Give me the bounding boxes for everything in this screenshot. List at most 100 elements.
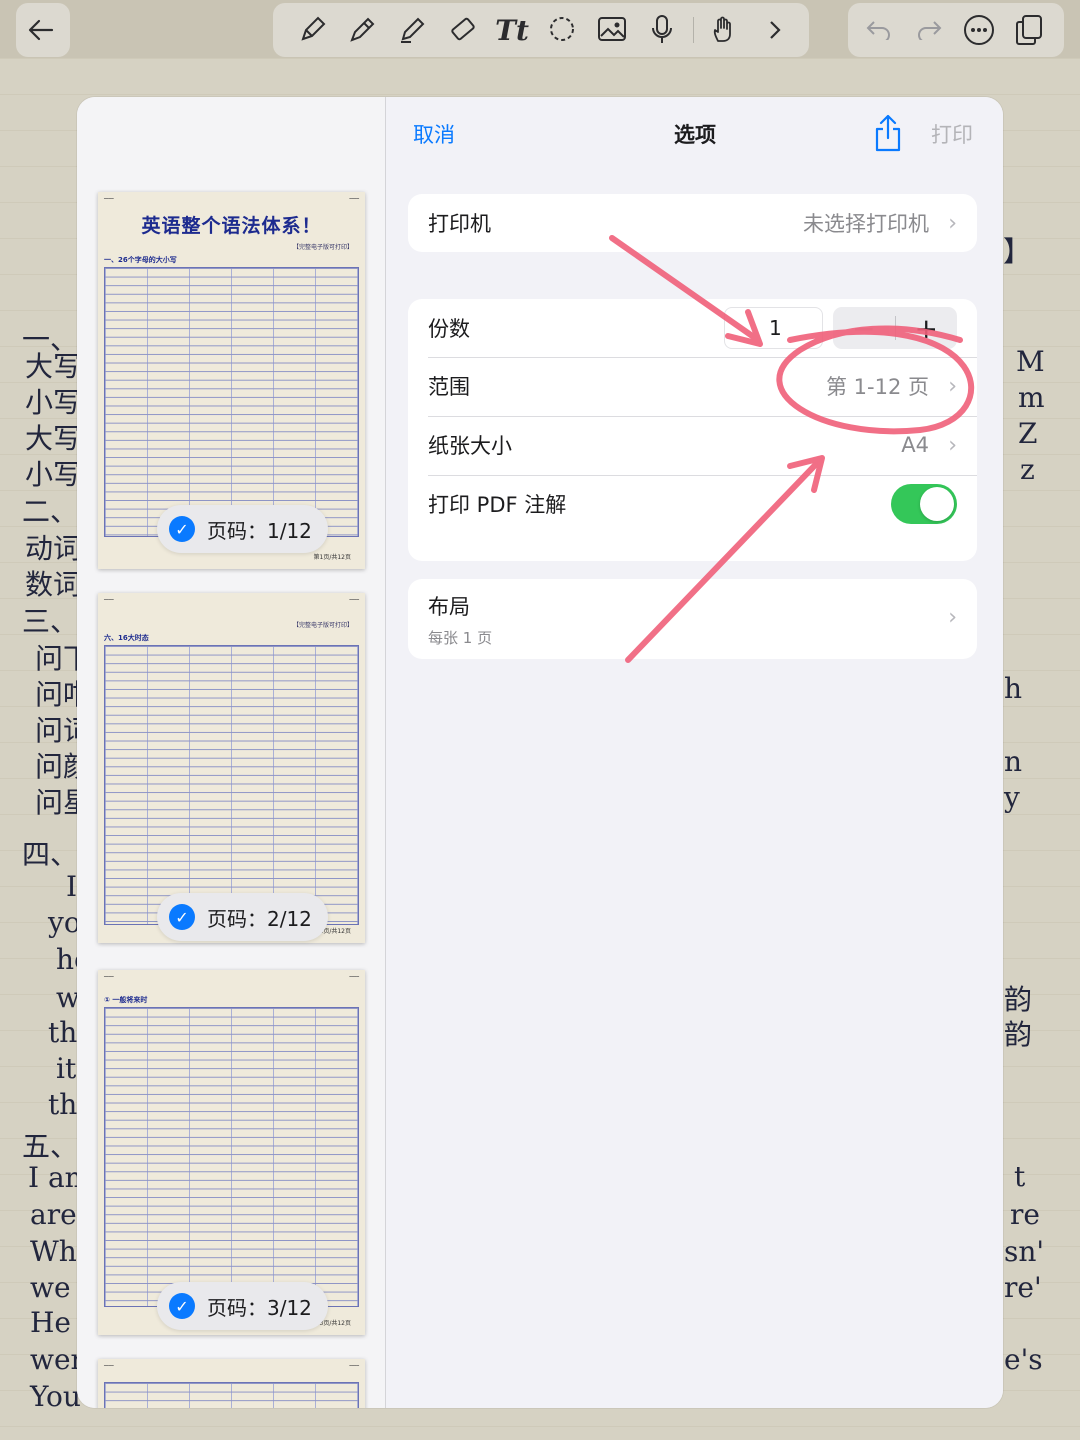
thumbnail-section: ① 一般将来时 — [104, 996, 148, 1004]
notebook-text: 韵 — [1004, 983, 1033, 1016]
pencil-icon[interactable] — [337, 3, 387, 57]
annotations-toggle[interactable] — [891, 484, 957, 524]
notebook-text: th — [48, 1016, 78, 1049]
print-button[interactable]: 打印 — [931, 119, 973, 149]
notebook-text: He — [30, 1306, 71, 1339]
thumbnail-footer: 第1页/共12页 — [313, 554, 351, 561]
notebook-text: h — [1004, 672, 1023, 705]
page-thumbnail-3[interactable]: ━━━━ ━━━━ ① 一般将来时 第3页/共12页 — [98, 970, 365, 1335]
paper-size-value: A4 — [901, 433, 929, 457]
notebook-text: M — [1016, 345, 1045, 378]
copies-stepper: − + — [833, 307, 957, 349]
layout-subtitle: 每张 1 页 — [428, 628, 493, 647]
copies-row: 份数 1 − + — [408, 299, 977, 357]
hand-draw-icon[interactable] — [700, 3, 750, 57]
notebook-text: t — [1014, 1160, 1026, 1193]
notebook-text: 小写 — [25, 386, 82, 419]
layout-group: 布局 每张 1 页 › — [408, 579, 977, 659]
notebook-text: m — [1018, 381, 1045, 414]
paper-size-row[interactable]: 纸张大小 A4 › — [408, 416, 977, 474]
plus-button[interactable]: + — [895, 307, 957, 349]
chevron-right-icon: › — [948, 210, 957, 236]
thumbnail-subtitle: 【完整电子版可打印】 — [292, 622, 353, 629]
top-toolbar: Tt — [0, 0, 1080, 58]
notebook-text: wer — [30, 1343, 84, 1376]
thumbnail-table — [104, 645, 359, 925]
highlighter-icon[interactable] — [387, 3, 437, 57]
chevron-right-icon: › — [948, 432, 957, 458]
page-badge-2[interactable]: ✓ 页码：2/12 — [157, 893, 328, 941]
copies-field[interactable]: 1 — [724, 307, 823, 349]
page-thumbnail-4[interactable]: ━━━━ ━━━━ — [98, 1359, 365, 1408]
page-badge-label: 页码：2/12 — [207, 906, 312, 931]
notebook-text: e's — [1004, 1343, 1043, 1376]
notebook-text: 三、 — [22, 605, 79, 638]
toolbar-divider — [693, 17, 694, 43]
print-options-pane: 取消 选项 打印 打印机 未选择打印机 › 份数 1 − + 范围 第 1-12… — [387, 97, 1003, 1408]
thumbnail-table — [104, 267, 359, 537]
printer-label: 打印机 — [428, 212, 491, 236]
options-nav-bar: 取消 选项 打印 — [387, 97, 1003, 173]
lasso-icon[interactable] — [537, 3, 587, 57]
page-badge-label: 页码：3/12 — [207, 1295, 312, 1320]
notebook-text: 大写 — [25, 422, 82, 455]
notebook-text: Z — [1018, 417, 1038, 450]
share-icon[interactable] — [873, 113, 903, 153]
image-icon[interactable] — [587, 3, 637, 57]
text-tool-icon[interactable]: Tt — [487, 3, 537, 57]
copies-label: 份数 — [428, 317, 470, 341]
range-value: 第 1-12 页 — [825, 375, 929, 399]
notebook-text: 】 — [1003, 235, 1032, 268]
notebook-text: I — [66, 870, 78, 903]
annotations-label: 打印 PDF 注解 — [428, 493, 567, 517]
range-label: 范围 — [428, 375, 470, 399]
notebook-text: You — [30, 1380, 81, 1413]
notebook-text: Wh — [30, 1235, 77, 1268]
notebook-text: 小写 — [25, 458, 82, 491]
thumbnail-section: 六、16大时态 — [104, 634, 149, 642]
notebook-text: y — [1004, 781, 1020, 814]
print-preview-pane: ━━━━ ━━━━ 英语整个语法体系！ 【完整电子版可打印】 一、26个字母的大小… — [77, 97, 386, 1408]
notebook-text: sn' — [1004, 1235, 1045, 1268]
printer-row[interactable]: 打印机 未选择打印机 › — [408, 194, 977, 252]
more-icon[interactable] — [954, 3, 1004, 57]
thumbnail-section: 一、26个字母的大小写 — [104, 256, 177, 264]
thumbnail-header: ━━━━ ━━━━ — [104, 974, 359, 979]
notebook-text: 数词 — [25, 568, 82, 601]
print-options-sheet: ━━━━ ━━━━ 英语整个语法体系！ 【完整电子版可打印】 一、26个字母的大小… — [77, 97, 1003, 1408]
back-button-group — [16, 3, 70, 57]
thumbnail-header: ━━━━ ━━━━ — [104, 196, 359, 201]
page-thumbnail-2[interactable]: ━━━━ ━━━━ 【完整电子版可打印】 六、16大时态 第2页/共12页 — [98, 593, 365, 943]
redo-icon[interactable] — [904, 3, 954, 57]
thumbnail-header: ━━━━ ━━━━ — [104, 597, 359, 602]
notebook-text: 四、 — [22, 838, 79, 871]
checkmark-icon: ✓ — [169, 904, 195, 930]
toggle-knob — [920, 487, 954, 521]
eraser-icon[interactable] — [437, 3, 487, 57]
page-badge-3[interactable]: ✓ 页码：3/12 — [157, 1282, 328, 1330]
chevron-right-icon: › — [948, 373, 957, 399]
microphone-icon[interactable] — [637, 3, 687, 57]
layout-row[interactable]: 布局 每张 1 页 › — [408, 579, 977, 659]
notebook-text: th — [48, 1088, 78, 1121]
notebook-text: re — [1010, 1198, 1040, 1231]
back-arrow-icon[interactable] — [16, 3, 66, 57]
more-tools-chevron-icon[interactable] — [750, 3, 800, 57]
thumbnail-table — [104, 1382, 359, 1408]
page-badge-1[interactable]: ✓ 页码：1/12 — [157, 505, 328, 553]
minus-button[interactable]: − — [833, 307, 895, 349]
thumbnail-table — [104, 1007, 359, 1307]
range-row[interactable]: 范围 第 1-12 页 › — [408, 357, 977, 415]
annotations-row: 打印 PDF 注解 — [408, 475, 977, 533]
notebook-text: are — [30, 1198, 77, 1231]
notebook-text: re' — [1004, 1271, 1042, 1304]
undo-icon[interactable] — [854, 3, 904, 57]
notebook-text: z — [1020, 453, 1035, 486]
notebook-text: 大写 — [25, 350, 82, 383]
pages-icon[interactable] — [1004, 3, 1054, 57]
printer-value: 未选择打印机 — [803, 212, 929, 236]
pen-icon[interactable] — [287, 3, 337, 57]
notebook-text: 动词 — [25, 532, 82, 565]
notebook-text: it — [56, 1052, 77, 1085]
printer-group: 打印机 未选择打印机 › — [408, 194, 977, 252]
